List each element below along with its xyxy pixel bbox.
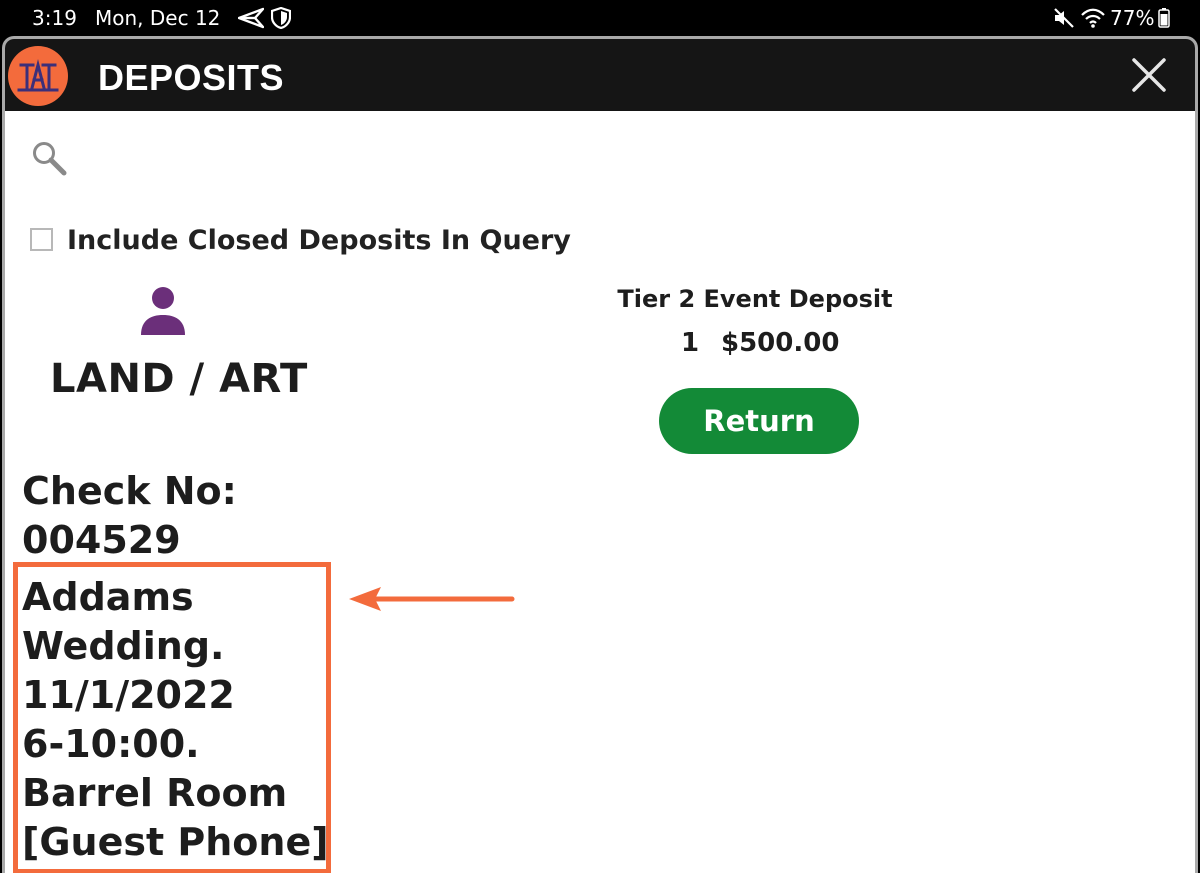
app-logo [8,46,68,106]
person-icon [141,287,185,335]
check-memo: Addams Wedding. 11/1/2022 6-10:00. Barre… [22,573,329,867]
deposits-dialog: DEPOSITS Include Closed Deposits In Quer… [2,36,1198,873]
memo-line: Barrel Room [22,771,288,815]
deposit-amount: $500.00 [721,328,840,358]
check-label: Check No: [22,469,237,513]
deposit-quantity: 1 [681,328,700,358]
return-button[interactable]: Return [659,388,859,454]
battery-icon [1158,8,1170,28]
send-icon [238,7,264,29]
wifi-icon [1081,8,1105,28]
status-bar: 3:19 Mon, Dec 12 77% [0,0,1200,36]
arrow-left-icon [349,587,515,611]
dialog-title: DEPOSITS [98,57,285,98]
status-time: 3:19 [32,6,77,30]
close-icon[interactable] [1129,55,1169,95]
deposit-name: Tier 2 Event Deposit [617,285,893,313]
check-info: Check No: 004529 [22,467,237,565]
dialog-titlebar: DEPOSITS [5,39,1195,111]
memo-line: 11/1/2022 [22,673,235,717]
memo-line: [Guest Phone] [22,820,329,864]
memo-line: 6-10:00. [22,722,200,766]
tat-logo-icon [17,59,59,92]
include-closed-label[interactable]: Include Closed Deposits In Query [67,225,571,256]
memo-line: Addams [22,575,194,619]
status-date: Mon, Dec 12 [95,6,221,30]
mute-icon [1054,8,1074,28]
search-icon[interactable] [31,140,67,176]
shield-icon [271,7,291,29]
memo-line: Wedding. [22,624,225,668]
include-closed-checkbox[interactable] [30,228,53,251]
customer-name: LAND / ART [50,356,308,402]
check-number: 004529 [22,518,181,562]
battery-percent: 77% [1110,6,1155,30]
